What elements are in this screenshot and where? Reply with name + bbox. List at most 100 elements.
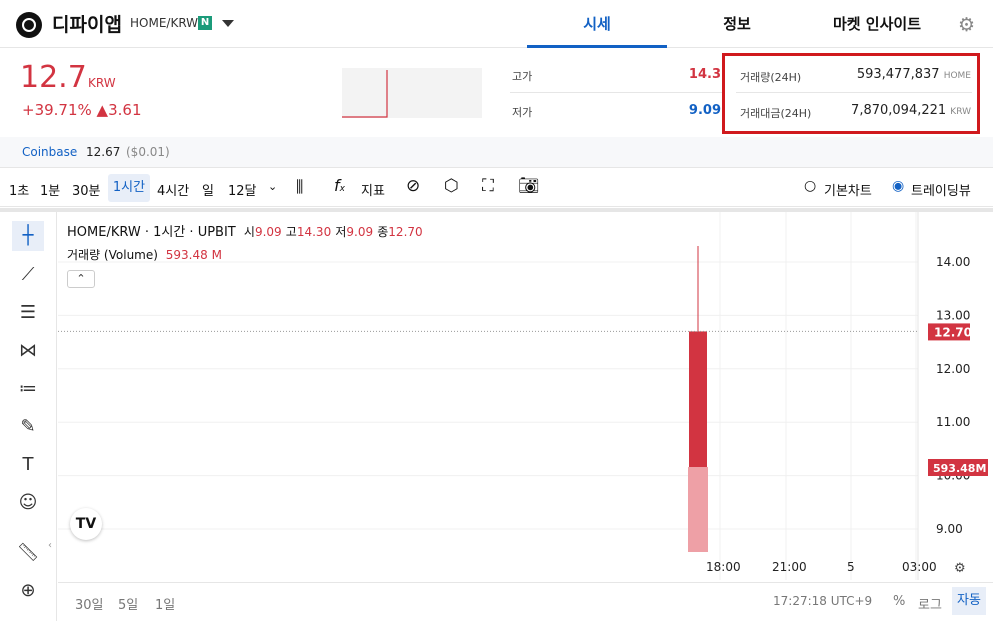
amount-24h-value: 7,870,094,221 KRW [851, 103, 971, 118]
exchange-compare-line: Coinbase 12.67 ($0.01) [0, 137, 993, 168]
range-1d[interactable]: 1일 [155, 594, 175, 613]
volume-24h-number: 593,477,837 [856, 67, 940, 82]
change-percent: +39.71% [22, 101, 92, 119]
clock-time: 17:27:18 UTC+9 [773, 594, 873, 608]
legend-low-label: 저 [335, 225, 347, 239]
price-change: +39.71% ▲3.61 [22, 101, 141, 119]
exchange-name[interactable]: Coinbase [22, 145, 77, 159]
y-tick-label: 12.00 [936, 362, 970, 376]
legend-volume-value: 593.48 M [165, 248, 222, 262]
emoji-icon[interactable]: ☺ [12, 488, 44, 518]
basic-chart-label[interactable]: 기본차트 [824, 180, 872, 199]
fib-lines-icon[interactable]: ☰ [12, 298, 44, 328]
tab-market-insight[interactable]: 마켓 인사이트 [807, 0, 947, 48]
y-tick-label: 9.00 [936, 522, 963, 536]
range-30d[interactable]: 30일 [75, 594, 104, 613]
amount-24h-unit: KRW [950, 107, 971, 117]
tradingview-radio[interactable]: ◉ [892, 178, 904, 194]
log-toggle[interactable]: 로그 [918, 594, 942, 613]
camera-icon[interactable]: 📷︎ [518, 176, 540, 196]
low-label: 저가 [512, 106, 533, 119]
indicator-button[interactable]: 지표 [361, 180, 385, 199]
high-label: 고가 [512, 70, 533, 83]
basic-chart-radio[interactable]: ○ [804, 178, 816, 194]
y-tick-label: 13.00 [936, 308, 970, 322]
interval-12mo[interactable]: 12달 [228, 180, 257, 199]
chart-legend-volume: 거래량 (Volume) 593.48 M [67, 246, 222, 263]
scale-settings-icon: ⚙ [954, 561, 966, 576]
amount-24h-label: 거래대금(24H) [740, 107, 812, 120]
legend-high: 14.30 [296, 225, 332, 239]
interval-1m[interactable]: 1분 [40, 180, 60, 199]
y-tick-label: 11.00 [936, 415, 970, 429]
chart-svg: 14.0013.0012.0011.0010.009.0018:0021:005… [58, 212, 988, 580]
low-value: 9.09 [688, 103, 721, 118]
percent-toggle[interactable]: % [893, 594, 905, 609]
magnifier-icon[interactable]: ⊘ [406, 176, 420, 196]
legend-close-label: 종 [377, 225, 389, 239]
chevron-down-icon[interactable] [222, 20, 234, 27]
interval-4h[interactable]: 4시간 [157, 180, 189, 199]
projection-icon[interactable]: ≔ [12, 374, 44, 404]
trendline-icon[interactable]: ⟋ [12, 260, 44, 290]
legend-title: HOME/KRW · 1시간 · UPBIT [67, 225, 236, 240]
high-price-row: 고가 14.3 [510, 58, 723, 93]
candle-type-icon[interactable]: ⫼ [296, 177, 303, 197]
sparkline-svg [342, 70, 388, 118]
legend-high-label: 고 [285, 225, 297, 239]
stats-divider [736, 92, 972, 93]
change-amount: ▲3.61 [96, 101, 142, 119]
volume-highlight-box: 거래량(24H) 593,477,837 HOME 거래대금(24H) 7,87… [722, 53, 980, 134]
fullscreen-icon[interactable]: ⛶ [482, 176, 494, 196]
zoom-in-icon[interactable]: ⊕ [12, 576, 44, 606]
y-tick-label: 14.00 [936, 255, 970, 269]
tab-quote[interactable]: 시세 [527, 0, 667, 48]
hexagon-icon[interactable]: ⬡ [444, 176, 459, 196]
text-tool-icon[interactable]: T [12, 450, 44, 480]
x-tick-label: 5 [847, 560, 855, 574]
pair-label[interactable]: HOME/KRW [130, 16, 198, 30]
legend-open: 9.09 [254, 225, 282, 239]
chart-legend-ohlc: HOME/KRW · 1시간 · UPBIT 시9.09 고14.30 저9.0… [67, 221, 423, 240]
high-value: 14.3 [688, 67, 721, 82]
legend-collapse-button[interactable]: ⌃ [67, 270, 95, 288]
exchange-price: 12.67 [86, 145, 121, 159]
volume-tag-label: 593.48M [933, 462, 986, 475]
ruler-icon[interactable]: 📏︎ [12, 538, 44, 568]
tradingview-logo: TV [70, 508, 102, 540]
range-5d[interactable]: 5일 [118, 594, 138, 613]
price-unit: KRW [88, 76, 116, 90]
exchange-usd: ($0.01) [126, 145, 170, 159]
gear-icon[interactable]: ⚙ [958, 14, 975, 36]
x-tick-label: 21:00 [772, 560, 807, 574]
sparkline-line [342, 70, 388, 118]
sparkline-chart [342, 68, 482, 118]
interval-more-chevron-icon[interactable]: ⌄ [268, 180, 277, 193]
new-badge: N [198, 16, 212, 30]
interval-1h[interactable]: 1시간 [108, 174, 150, 202]
legend-open-label: 시 [243, 225, 255, 239]
low-price-row: 저가 9.09 [510, 94, 723, 129]
legend-close: 12.70 [388, 225, 423, 239]
volume-24h-value: 593,477,837 HOME [857, 67, 971, 82]
interval-1s[interactable]: 1초 [9, 180, 29, 199]
legend-volume-label: 거래량 (Volume) [67, 248, 158, 262]
crosshair-icon[interactable]: ┼ [12, 221, 44, 251]
volume-24h-label: 거래량(24H) [740, 71, 802, 84]
current-price: 12.7 [20, 60, 87, 95]
x-tick-label: 03:00 [902, 560, 937, 574]
tab-info[interactable]: 정보 [667, 0, 807, 48]
legend-low: 9.09 [346, 225, 374, 239]
fx-icon[interactable]: fx [334, 176, 345, 195]
coin-logo [16, 12, 42, 38]
last-price-label: 12.70 [934, 325, 972, 339]
brush-icon[interactable]: ✎ [12, 412, 44, 442]
interval-30m[interactable]: 30분 [72, 180, 101, 199]
volume-24h-unit: HOME [943, 71, 971, 81]
pattern-icon[interactable]: ⋈ [12, 336, 44, 366]
tradingview-label[interactable]: 트레이딩뷰 [911, 180, 971, 199]
coin-name[interactable]: 디파이앱 [52, 10, 122, 37]
collapse-toolbar-icon[interactable]: ‹ [48, 540, 52, 551]
auto-toggle[interactable]: 자동 [952, 587, 986, 615]
interval-1d[interactable]: 일 [202, 180, 214, 199]
